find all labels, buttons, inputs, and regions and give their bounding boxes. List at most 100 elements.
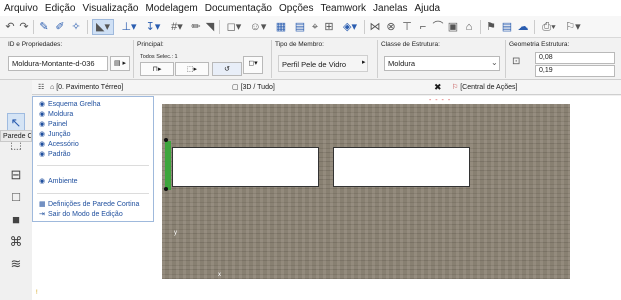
menu-item-sair[interactable]: ⇥ Sair do Modo de Edição [39,210,123,220]
info-box: ID e Propriedades: Moldura-Montante-d-03… [0,38,621,80]
trim-icon[interactable]: ⋈ [368,20,382,34]
tab-actions-center[interactable]: ⚐ [Central de Ações] [452,82,517,94]
geometry-depth-field[interactable]: 0,19 [535,65,615,77]
menu-item-painel[interactable]: ◉ Painel [39,120,67,130]
menu-item-label: Padrão [48,151,71,158]
flag-menu-icon[interactable]: ⚐▾ [562,20,584,34]
bim-cloud-icon[interactable]: ☁ [516,20,530,34]
arrow-tool-icon[interactable]: ↖ [7,113,25,131]
magic-wand-icon[interactable]: ✧ [69,20,83,34]
cube-icon: ▢ [232,84,241,91]
tab-floor-plan[interactable]: ⌂ [0. Pavimento Térreo] [50,82,123,94]
custom-member-button[interactable]: ↺ [212,62,242,76]
menu-opcoes[interactable]: Opções [279,3,313,14]
toolbox: ↖ ⬚ ⊟ □ ■ ⌘ ≋ [0,80,32,300]
eyedropper-icon[interactable]: ✎ [37,20,51,34]
menu-item-ambiente[interactable]: ◉ Ambiente [39,177,78,187]
views-icon[interactable]: ☷ [38,82,44,94]
menu-item-label: Esquema Grelha [48,101,101,108]
publish-icon[interactable]: ▤ [500,20,514,34]
geometry-width-field[interactable]: 0,08 [535,52,615,64]
render-icon[interactable]: ◈▾ [339,20,361,34]
tab-actions-label: [Central de Ações] [460,84,518,91]
menu-teamwork[interactable]: Teamwork [320,3,366,14]
accessory-tool-icon[interactable]: ⌘ [7,233,25,251]
close-icon[interactable]: ✖ [434,80,442,94]
menu-arquivo[interactable]: Arquivo [4,3,38,14]
menu-janelas[interactable]: Janelas [373,3,407,14]
group-icon[interactable]: ▣ [446,20,460,34]
menu-modelagem[interactable]: Modelagem [145,3,197,14]
menu-documentacao[interactable]: Documentação [205,3,272,14]
grid-icon[interactable]: #▾ [166,20,188,34]
menu-visualizacao[interactable]: Visualização [82,3,138,14]
glass-panel-right[interactable] [333,147,470,187]
house-icon[interactable]: ⌂ [462,20,476,34]
tab-floor-plan-label: [0. Pavimento Térreo] [56,84,124,91]
main-group-title: Principal: [137,41,164,48]
curve-icon[interactable]: ⌒ [432,20,444,34]
geometry-title: Geometria Estrutura: [509,41,570,48]
panel-select-button[interactable]: ◻▾ [243,56,263,74]
explorer-icon[interactable]: ⊞ [323,20,335,34]
menu-item-label: Definições de Parede Cortina [48,201,140,208]
undo-icon[interactable]: ↶ [4,20,16,34]
frame-toggle-button[interactable]: ⬚▸ [175,62,209,76]
structure-class-title: Classe de Estrutura: [381,41,440,48]
person-icon[interactable]: ☺▾ [247,20,269,34]
snap-icon[interactable]: ⊥▾ [118,20,140,34]
redo-icon[interactable]: ↷ [18,20,30,34]
menu-item-acessorio[interactable]: ◉ Acessório [39,140,79,150]
structure-class-select[interactable]: Moldura [384,56,500,71]
eye-icon: ◉ [39,141,46,148]
menu-edicao[interactable]: Edição [45,3,76,14]
cursor-icon[interactable]: ⌖ [309,20,321,34]
menu-ajuda[interactable]: Ajuda [415,3,441,14]
guide-lines-icon[interactable]: ↧▾ [142,20,164,34]
menu-item-definicoes[interactable]: ▦ Definições de Parede Cortina [39,200,139,210]
settings-dialog-button[interactable]: ▤ ▸ [110,56,130,71]
gravity-icon[interactable]: ◥ [204,20,216,34]
syringe-icon[interactable]: ✐ [53,20,67,34]
menu-item-juncao[interactable]: ◉ Junção [39,130,71,140]
adjust-icon[interactable]: ⊤ [400,20,414,34]
menu-item-moldura[interactable]: ◉ Moldura [39,110,73,120]
pencil-icon[interactable]: ✏ [190,20,202,34]
hotspot-top[interactable] [164,138,168,142]
hotspot-bottom[interactable] [164,187,168,191]
chevron-down-icon[interactable]: ⌄ [491,58,498,67]
axis-x-label: x [218,272,221,278]
eye-icon: ◉ [39,131,46,138]
eye-icon: ◉ [39,111,46,118]
tab-3d-label: [3D / Tudo] [240,84,275,91]
member-type-arrow-icon[interactable]: ▸ [362,58,366,66]
dimension-icon: ⊡ [512,56,521,67]
curtain-wall[interactable] [162,104,570,279]
menu-item-padrao[interactable]: ◉ Padrão [39,150,71,160]
tab-3d[interactable]: ▢ [3D / Tudo] [232,82,275,94]
settings-icon: ▦ [39,201,46,208]
flag-icon[interactable]: ⚑ [484,20,498,34]
side-label: Parede C [0,130,32,142]
intersect-icon[interactable]: ⊗ [384,20,398,34]
axis-y-label: y [174,230,177,236]
member-toggle-button[interactable]: ⊓▸ [140,62,174,76]
glass-panel-left[interactable] [172,147,319,187]
scheme-tool-icon[interactable]: ≋ [7,255,25,273]
fillet-icon[interactable]: ⌐ [416,20,430,34]
menu-divider [37,165,149,166]
section-icon[interactable]: ▤ [293,20,307,34]
menu-item-esquema-grelha[interactable]: ◉ Esquema Grelha [39,100,101,110]
selection-method-icon[interactable]: ◣▾ [92,19,114,35]
toolbar: ↶ ↷ ✎ ✐ ✧ ◣▾ ⊥▾ ↧▾ #▾ ✏ ◥ ◻▾ ☺▾ ▦ ▤ ⌖ ⊞ … [0,16,621,38]
selected-mullion[interactable] [165,141,171,190]
id-field[interactable]: Moldura-Montante-d-036 [8,56,108,71]
eye-icon: ◉ [39,121,46,128]
frame-tool-icon[interactable]: ⊟ [7,166,25,184]
junction-tool-icon[interactable]: ■ [7,211,25,229]
layer-icon[interactable]: ◻▾ [223,20,245,34]
3d-window-icon[interactable]: ▦ [271,20,291,34]
print-icon[interactable]: ⎙▾ [538,20,560,34]
member-type-field[interactable]: Perfil Pele de Vidro [278,55,368,72]
panel-tool-icon[interactable]: □ [7,188,25,206]
